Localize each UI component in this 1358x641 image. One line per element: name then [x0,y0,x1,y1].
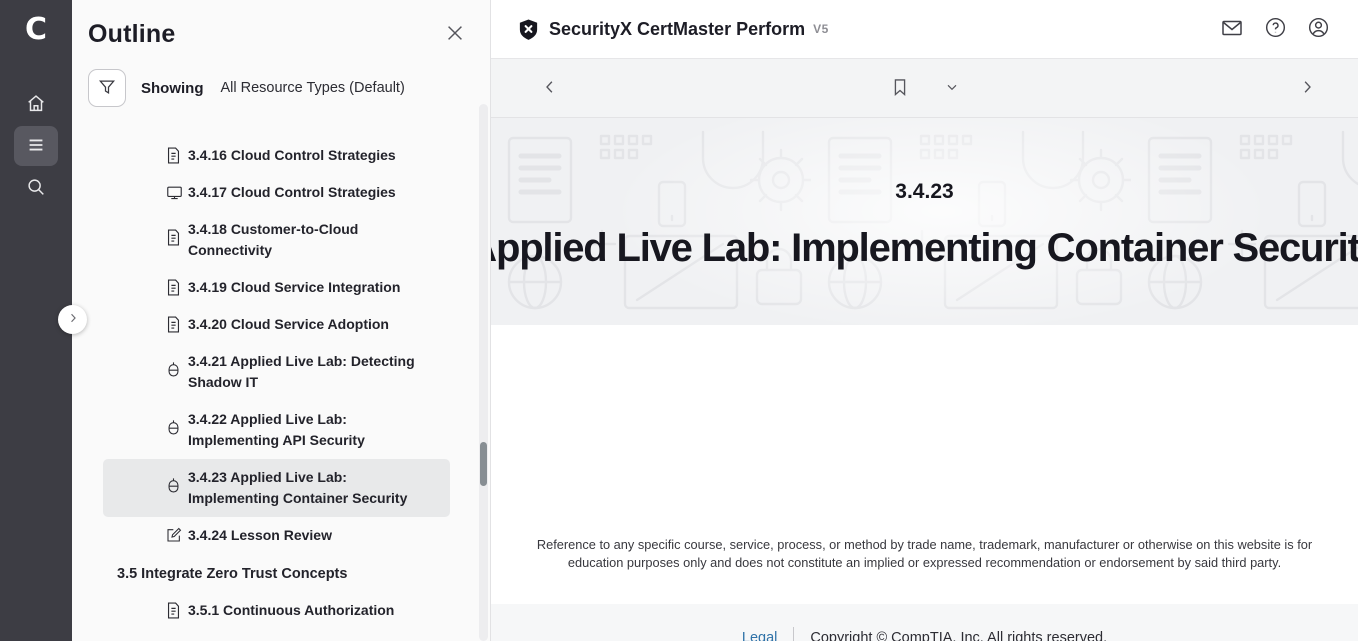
panel-collapse-toggle[interactable] [58,305,87,334]
help-button[interactable] [1260,12,1291,46]
chevron-right-icon [66,311,80,328]
outline-item-3-4-16[interactable]: 3.4.16 Cloud Control Strategies [103,137,450,174]
lesson-review-pencil-icon [166,527,182,543]
outline-item-3-5-1[interactable]: 3.5.1 Continuous Authorization [103,592,450,629]
lesson-body: Reference to any specific course, servic… [491,325,1358,604]
close-icon [444,32,466,47]
app-window: C [0,0,1358,641]
outline-list: 3.4.16 Cloud Control Strategies 3.4.17 C… [103,137,450,629]
outline-section-3-5: 3.5 Integrate Zero Trust Concepts [103,554,450,592]
outline-item-3-4-19[interactable]: 3.4.19 Cloud Service Integration [103,269,450,306]
outline-item-3-4-18[interactable]: 3.4.18 Customer-to-Cloud Connectivity [103,211,450,269]
outline-panel: Outline Showing All Resource Types (Defa… [72,0,491,641]
outline-scrollbar-track[interactable] [479,104,488,641]
page-footer: Legal Copyright © CompTIA, Inc. All righ… [491,604,1358,641]
outline-item-3-4-24[interactable]: 3.4.24 Lesson Review [103,517,450,554]
document-icon [166,316,181,333]
account-button[interactable] [1303,12,1334,46]
document-icon [166,229,181,246]
lab-mouse-icon [166,419,181,436]
outline-title: Outline [88,20,176,49]
lesson-hero-banner: 3.4.23 Applied Live Lab: Implementing Co… [491,118,1358,325]
chevron-right-icon [1298,78,1316,99]
filter-button[interactable] [88,69,126,107]
document-icon [166,279,181,296]
lab-mouse-icon [166,477,181,494]
disclaimer-text: Reference to any specific course, servic… [531,536,1319,572]
search-button[interactable] [14,168,58,208]
monitor-icon [166,184,183,201]
outline-scrollbar-thumb[interactable] [480,442,487,486]
bookmark-menu-button[interactable] [938,73,966,104]
app-header: SecurityX CertMaster Perform V5 [491,0,1358,59]
copyright-text: Copyright © CompTIA, Inc. All rights res… [810,630,1107,641]
lab-mouse-icon [166,361,181,378]
search-icon [25,176,47,201]
document-icon [166,602,181,619]
lesson-title: Applied Live Lab: Implementing Container… [491,226,1358,271]
next-lesson-button[interactable] [1292,72,1322,105]
lesson-toolbar [491,59,1358,118]
comptia-logo: C [25,12,47,48]
document-icon [166,147,181,164]
bookmark-button[interactable] [884,70,916,107]
outline-item-3-4-22[interactable]: 3.4.22 Applied Live Lab: Implementing AP… [103,401,450,459]
outline-item-3-4-17[interactable]: 3.4.17 Cloud Control Strategies [103,174,450,211]
outline-item-3-4-21[interactable]: 3.4.21 Applied Live Lab: Detecting Shado… [103,343,450,401]
home-button[interactable] [14,84,58,124]
outline-item-3-4-20[interactable]: 3.4.20 Cloud Service Adoption [103,306,450,343]
lesson-number: 3.4.23 [895,180,953,204]
footer-divider [793,627,794,641]
bookmark-icon [890,76,910,101]
filter-value: All Resource Types (Default) [221,80,405,96]
help-icon [1264,16,1287,42]
outline-menu-button[interactable] [14,126,58,166]
securityx-shield-icon [517,18,540,41]
outline-item-3-4-23-selected[interactable]: 3.4.23 Applied Live Lab: Implementing Co… [103,459,450,517]
previous-lesson-button[interactable] [535,72,565,105]
main-content-area: SecurityX CertMaster Perform V5 [491,0,1358,641]
messages-button[interactable] [1216,12,1248,47]
chevron-down-icon [944,79,960,98]
home-icon [25,92,47,117]
close-outline-button[interactable] [440,18,470,51]
filter-funnel-icon [97,77,117,100]
app-version-badge: V5 [813,22,829,36]
filter-showing-label: Showing [141,80,204,97]
mail-icon [1220,16,1244,43]
legal-link[interactable]: Legal [742,630,777,641]
app-title: SecurityX CertMaster Perform [549,19,805,40]
chevron-left-icon [541,78,559,99]
outline-menu-icon [25,134,47,159]
account-icon [1307,16,1330,42]
